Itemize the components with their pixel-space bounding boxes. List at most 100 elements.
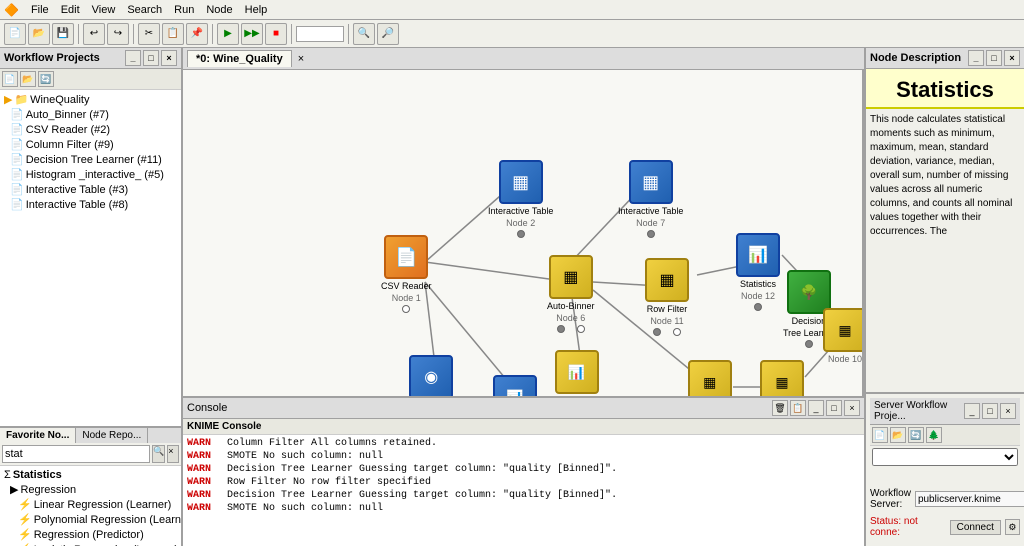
server-maximize[interactable]: □: [982, 403, 998, 419]
proj-open[interactable]: 📂: [20, 71, 36, 87]
cancel-btn[interactable]: ■: [265, 23, 287, 45]
menu-file[interactable]: File: [31, 4, 49, 16]
new-btn[interactable]: 📄: [4, 23, 26, 45]
copy-btn[interactable]: 📋: [162, 23, 184, 45]
undo-btn[interactable]: ↩: [83, 23, 105, 45]
minimize-btn[interactable]: _: [125, 50, 141, 66]
node7-ports: [647, 230, 655, 238]
server-tree-btn[interactable]: 🌲: [926, 427, 942, 443]
console-close-btn[interactable]: ×: [844, 400, 860, 416]
clear-search-btn[interactable]: ×: [167, 445, 179, 463]
zoom-in-btn[interactable]: 🔍: [353, 23, 375, 45]
menu-edit[interactable]: Edit: [61, 4, 80, 16]
node-label-interactive-2: Interactive Table: [488, 206, 553, 216]
server-dropdown[interactable]: [872, 448, 1018, 466]
server-minimize[interactable]: _: [964, 403, 980, 419]
tree-regression[interactable]: ▶ Regression: [2, 482, 179, 497]
node-desc-maximize[interactable]: □: [986, 50, 1002, 66]
console-minimize-btn[interactable]: _: [808, 400, 824, 416]
server-settings-btn[interactable]: ⚙: [1005, 519, 1020, 535]
tree-item-interactive2[interactable]: 📄 Interactive Table (#8): [2, 197, 179, 212]
tree-item-interactive1[interactable]: 📄 Interactive Table (#3): [2, 182, 179, 197]
node-label-csv-reader: CSV Reader: [381, 281, 432, 291]
cut-btn[interactable]: ✂: [138, 23, 160, 45]
node-label-row-filter: Row Filter: [647, 304, 688, 314]
tree-item-histogram[interactable]: 📄 Histogram _interactive_ (#5): [2, 167, 179, 182]
connect-button[interactable]: Connect: [950, 520, 1001, 535]
tab-favorite[interactable]: Favorite No...: [0, 428, 76, 443]
close-tab-btn[interactable]: ×: [298, 53, 304, 65]
node-box-histogram: 📊: [555, 350, 599, 394]
port-out-11: [673, 328, 681, 336]
server-refresh-btn[interactable]: 🔄: [908, 427, 924, 443]
node-box-interactive-7: ▦: [629, 160, 673, 204]
node-10[interactable]: ▦ Node 10: [823, 308, 864, 364]
menu-help[interactable]: Help: [245, 4, 268, 16]
server-new-btn[interactable]: 📄: [872, 427, 888, 443]
tab-noderepo[interactable]: Node Repo...: [76, 428, 148, 443]
project-toolbar: 📄 📂 🔄: [0, 69, 181, 90]
zoom-out-btn[interactable]: 🔎: [377, 23, 399, 45]
search-icon[interactable]: 🔍: [152, 445, 165, 463]
tree-linreg-learner[interactable]: ⚡ Linear Regression (Learner): [2, 497, 179, 512]
server-open-btn[interactable]: 📂: [890, 427, 906, 443]
tree-logreg-learner[interactable]: ⚡ Logistic Regression (Learner): [2, 542, 179, 546]
warn-label-2: WARN: [187, 451, 219, 462]
tree-root[interactable]: ▶ 📁 WineQuality: [2, 92, 179, 107]
warn-label-6: WARN: [187, 503, 219, 514]
console-text-4: Row Filter No row filter specified: [227, 477, 431, 488]
redo-btn[interactable]: ↪: [107, 23, 129, 45]
node-desc-close[interactable]: ×: [1004, 50, 1020, 66]
console-copy-btn[interactable]: 📋: [790, 400, 806, 416]
menu-view[interactable]: View: [92, 4, 116, 16]
console-maximize-btn[interactable]: □: [826, 400, 842, 416]
node-interactive-table-2[interactable]: ▦ Interactive Table Node 2: [488, 160, 553, 238]
menu-run[interactable]: Run: [174, 4, 194, 16]
node-scatter-plot[interactable]: ◉ Scatter Plot Node 5: [408, 355, 455, 396]
node-box-scatter-plot: ◉: [409, 355, 453, 396]
tree-item-autobinner[interactable]: 📄 Auto_Binner (#7): [2, 107, 179, 122]
tree-polyreg-learner[interactable]: ⚡ Polynomial Regression (Learner: [2, 512, 179, 527]
open-btn[interactable]: 📂: [28, 23, 50, 45]
tree-regression-predictor[interactable]: ⚡ Regression (Predictor): [2, 527, 179, 542]
menu-search[interactable]: Search: [127, 4, 162, 16]
node-box-column-filter: ▦: [688, 360, 732, 396]
workflow-canvas[interactable]: 📄 CSV Reader Node 1 ▦ Interactive Table …: [183, 70, 864, 396]
main-layout: Workflow Projects _ □ × 📄 📂 🔄 ▶ 📁 WineQu…: [0, 48, 1024, 546]
node-label-auto-binner: Auto-Binner: [547, 301, 595, 311]
node-desc-header: Node Description _ □ ×: [866, 48, 1024, 69]
node2-ports: [517, 230, 525, 238]
port-out: [402, 305, 410, 313]
tree-item-csvreader[interactable]: 📄 CSV Reader (#2): [2, 122, 179, 137]
node-statistics-3[interactable]: 📊 Statistics Node 3: [493, 375, 537, 396]
proj-new[interactable]: 📄: [2, 71, 18, 87]
node-row-filter[interactable]: ▦ Row Filter Node 11: [645, 258, 689, 336]
workflow-tab[interactable]: *0: Wine_Quality: [187, 50, 292, 67]
tab-bar: *0: Wine_Quality ×: [183, 48, 864, 70]
maximize-btn[interactable]: □: [143, 50, 159, 66]
node-statistics-12[interactable]: 📊 Statistics Node 12: [736, 233, 780, 311]
node-interactive-table-7[interactable]: ▦ Interactive Table Node 7: [618, 160, 683, 238]
paste-btn[interactable]: 📌: [186, 23, 208, 45]
node-auto-binner[interactable]: ▦ Auto-Binner Node 6: [547, 255, 595, 333]
tree-item-colfilter[interactable]: 📄 Column Filter (#9): [2, 137, 179, 152]
node-desc-minimize[interactable]: _: [968, 50, 984, 66]
node-histogram[interactable]: 📊 Histogram (interactive) Node 4: [553, 350, 600, 396]
menu-node[interactable]: Node: [206, 4, 232, 16]
zoom-input[interactable]: 100%: [296, 26, 344, 42]
tree-item-dtlearner[interactable]: 📄 Decision Tree Learner (#11): [2, 152, 179, 167]
node-csv-reader[interactable]: 📄 CSV Reader Node 1: [381, 235, 432, 313]
node-smote[interactable]: ▦ SMOTE Node 9: [760, 360, 804, 396]
node-search-input[interactable]: [2, 445, 150, 463]
node-column-filter[interactable]: ▦ Column Filter Node 8: [683, 360, 737, 396]
console-clear-btn[interactable]: 🗑: [772, 400, 788, 416]
tree-statistics-root[interactable]: Σ Statistics: [2, 468, 179, 482]
close-btn[interactable]: ×: [161, 50, 177, 66]
run-all-btn[interactable]: ▶▶: [241, 23, 263, 45]
proj-refresh[interactable]: 🔄: [38, 71, 54, 87]
save-btn[interactable]: 💾: [52, 23, 74, 45]
warn-label-4: WARN: [187, 477, 219, 488]
server-close[interactable]: ×: [1000, 403, 1016, 419]
run-btn[interactable]: ▶: [217, 23, 239, 45]
server-input[interactable]: [915, 491, 1024, 507]
